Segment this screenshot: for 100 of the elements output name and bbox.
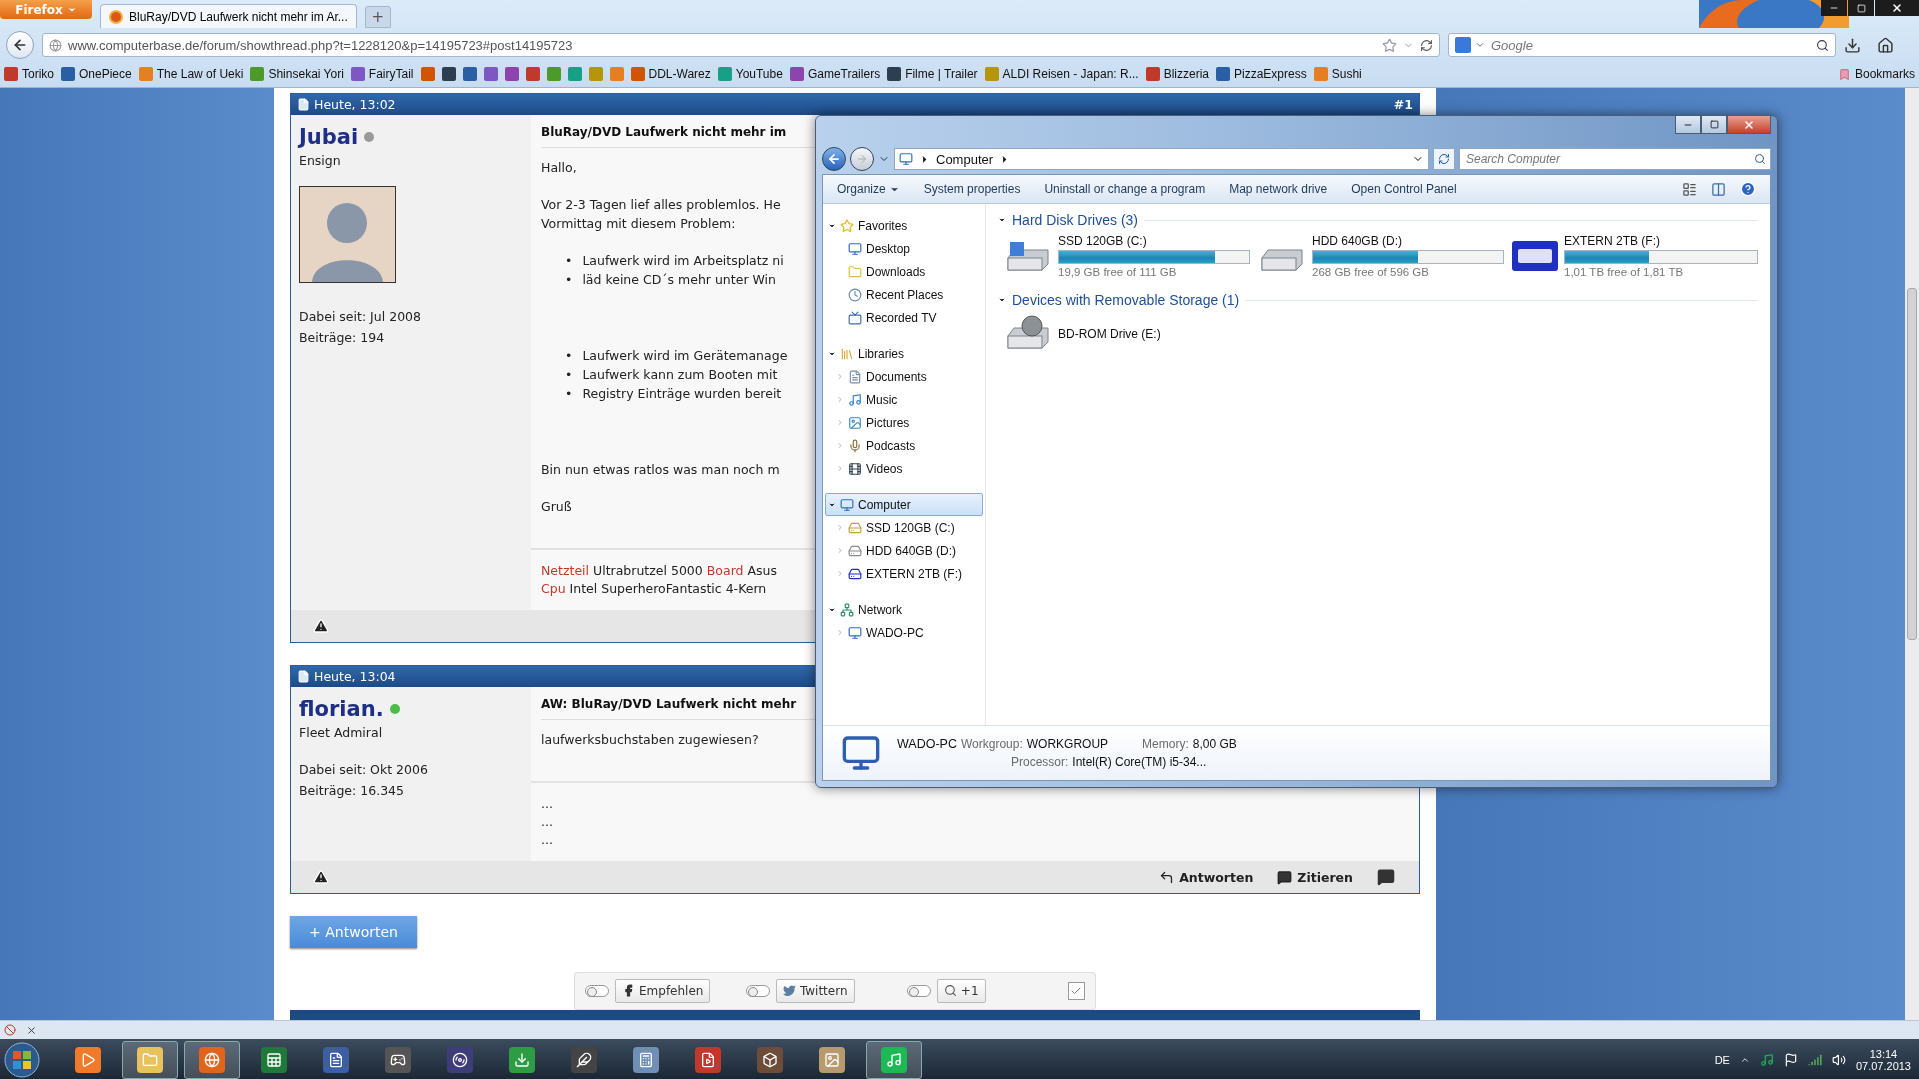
- scrollbar[interactable]: [1905, 88, 1919, 1020]
- bookmark[interactable]: Shinsekai Yori: [250, 67, 344, 81]
- settings-checkbox[interactable]: [1067, 981, 1085, 1000]
- bookmark[interactable]: DDL-Warez: [630, 67, 711, 81]
- bookmark[interactable]: YouTube: [717, 67, 783, 81]
- flag-icon[interactable]: [1783, 1052, 1798, 1067]
- share-button[interactable]: Empfehlen: [615, 978, 711, 1003]
- bookmark[interactable]: Sushi: [1313, 67, 1362, 81]
- tree-item[interactable]: Network: [825, 598, 983, 621]
- drive-name[interactable]: SSD 120GB (C:): [1058, 234, 1250, 248]
- help-icon[interactable]: [1740, 181, 1756, 197]
- restore-button[interactable]: [1848, 0, 1874, 16]
- tree-item[interactable]: Music: [825, 388, 983, 411]
- taskbar-button[interactable]: [122, 1040, 178, 1079]
- tree-item[interactable]: SSD 120GB (C:): [825, 516, 983, 539]
- post-number[interactable]: #1: [1393, 97, 1413, 112]
- search-input[interactable]: Search Computer: [1464, 151, 1754, 167]
- bookmarks-menu[interactable]: Bookmarks: [1837, 67, 1915, 81]
- back-button[interactable]: [822, 147, 846, 171]
- download-icon[interactable]: [1844, 36, 1861, 54]
- tree-item[interactable]: Libraries: [825, 342, 983, 365]
- bookmark[interactable]: The Law of Ueki: [138, 67, 244, 81]
- bookmark[interactable]: Filme | Trailer: [887, 67, 978, 81]
- tree-item[interactable]: EXTERN 2TB (F:): [825, 562, 983, 585]
- maximize-button[interactable]: [1701, 116, 1727, 134]
- tree-item[interactable]: Recorded TV: [825, 306, 983, 329]
- bookmark[interactable]: PizzaExpress: [1216, 67, 1307, 81]
- minimize-button[interactable]: [1675, 116, 1701, 134]
- clock[interactable]: 13:14 07.07.2013: [1855, 1047, 1911, 1072]
- back-button[interactable]: [6, 31, 34, 59]
- command-button[interactable]: Map network drive: [1229, 182, 1328, 196]
- group-header[interactable]: Devices with Removable Storage (1): [1012, 292, 1240, 308]
- reply-button[interactable]: Antworten: [1159, 869, 1254, 885]
- drive-name[interactable]: HDD 640GB (D:): [1312, 234, 1504, 248]
- tree-item[interactable]: Desktop: [825, 237, 983, 260]
- warning-icon[interactable]: [313, 618, 329, 634]
- preview-pane-icon[interactable]: [1711, 181, 1726, 197]
- bookmark[interactable]: [441, 67, 456, 81]
- bookmark[interactable]: FairyTail: [350, 67, 414, 81]
- taskbar-button[interactable]: [866, 1040, 922, 1079]
- group-header[interactable]: Hard Disk Drives (3): [1012, 212, 1138, 228]
- browser-tab[interactable]: BluRay/DVD Laufwerk nicht mehr im Ar...: [100, 4, 357, 28]
- tree-item[interactable]: Favorites: [825, 214, 983, 237]
- bookmark[interactable]: Blizzeria: [1145, 67, 1209, 81]
- minimize-button[interactable]: [1821, 0, 1847, 16]
- reload-icon[interactable]: [1420, 38, 1433, 52]
- close-button[interactable]: [1875, 0, 1919, 16]
- tree-item[interactable]: WADO-PC: [825, 621, 983, 644]
- command-button[interactable]: Organize: [837, 182, 900, 196]
- block-icon[interactable]: [4, 1024, 16, 1036]
- taskbar-button[interactable]: [184, 1040, 240, 1079]
- close-icon[interactable]: [26, 1024, 37, 1036]
- bookmark[interactable]: [504, 67, 519, 81]
- network-icon[interactable]: [1807, 1052, 1822, 1067]
- multiquote-icon[interactable]: [1377, 868, 1395, 886]
- share-button[interactable]: Twittern: [775, 978, 855, 1003]
- collapse-icon[interactable]: [998, 296, 1006, 304]
- toggle-switch[interactable]: [906, 984, 931, 997]
- toggle-switch[interactable]: [745, 984, 770, 997]
- bookmark[interactable]: [462, 67, 477, 81]
- bookmark[interactable]: [483, 67, 498, 81]
- share-button[interactable]: +1: [936, 978, 986, 1003]
- username[interactable]: Jubai: [299, 125, 359, 149]
- search-input[interactable]: Google: [1489, 36, 1812, 54]
- username[interactable]: florian.: [299, 697, 384, 721]
- toggle-switch[interactable]: [585, 984, 609, 997]
- refresh-button[interactable]: [1433, 148, 1455, 170]
- tree-item[interactable]: Podcasts: [825, 434, 983, 457]
- bookmark[interactable]: [525, 67, 540, 81]
- drive-name[interactable]: BD-ROM Drive (E:): [1058, 327, 1250, 341]
- start-button[interactable]: [4, 1041, 40, 1078]
- bookmark[interactable]: GameTrailers: [789, 67, 881, 81]
- breadcrumb-item[interactable]: Computer: [936, 151, 994, 167]
- url-field[interactable]: www.computerbase.de/forum/showthread.php?t=1228120&p=14195723#post14195723: [42, 33, 1440, 57]
- star-icon[interactable]: [1382, 37, 1397, 53]
- volume-icon[interactable]: [1831, 1052, 1846, 1067]
- bookmark[interactable]: Toriko: [4, 67, 54, 81]
- warning-icon[interactable]: [313, 869, 329, 885]
- collapse-icon[interactable]: [998, 216, 1006, 224]
- tree-item[interactable]: Computer: [825, 493, 983, 516]
- tree-item[interactable]: Videos: [825, 457, 983, 480]
- tree-item[interactable]: Documents: [825, 365, 983, 388]
- drive-name[interactable]: EXTERN 2TB (F:): [1564, 234, 1758, 248]
- forward-button[interactable]: [850, 147, 874, 171]
- music-icon[interactable]: [1759, 1052, 1774, 1067]
- tree-item[interactable]: Recent Places: [825, 283, 983, 306]
- command-button[interactable]: Uninstall or change a program: [1044, 182, 1206, 196]
- search-field[interactable]: Google: [1448, 33, 1836, 57]
- quote-button[interactable]: Zitieren: [1277, 869, 1353, 885]
- close-button[interactable]: [1727, 116, 1771, 134]
- bookmark[interactable]: ALDI Reisen - Japan: R...: [984, 67, 1139, 81]
- tree-item[interactable]: Pictures: [825, 411, 983, 434]
- address-bar[interactable]: Computer: [894, 148, 1429, 170]
- bookmark[interactable]: OnePiece: [61, 67, 132, 81]
- command-button[interactable]: System properties: [923, 182, 1021, 196]
- new-tab-button[interactable]: +: [364, 6, 391, 28]
- home-icon[interactable]: [1877, 36, 1894, 54]
- tree-item[interactable]: Downloads: [825, 260, 983, 283]
- language-indicator[interactable]: DE: [1714, 1053, 1730, 1066]
- search-field[interactable]: Search Computer: [1459, 148, 1771, 170]
